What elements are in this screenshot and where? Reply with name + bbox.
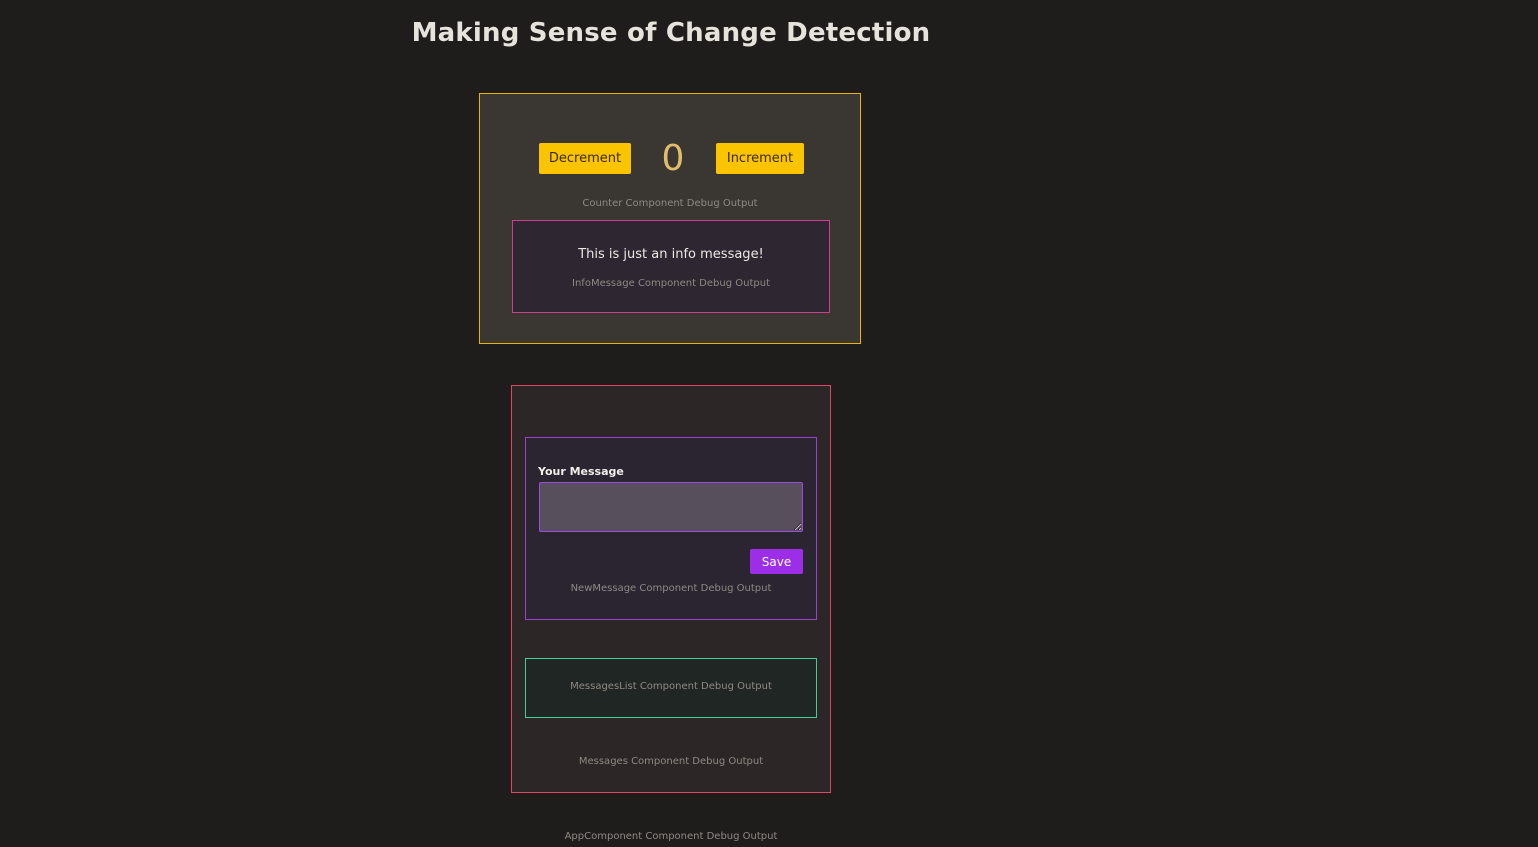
info-message-component: This is just an info message! InfoMessag… [512, 220, 830, 313]
message-textarea[interactable] [539, 482, 803, 532]
counter-controls: Decrement 0 Increment [480, 138, 860, 179]
info-message-text: This is just an info message! [578, 247, 764, 262]
new-message-debug-output: NewMessage Component Debug Output [570, 583, 772, 594]
messages-list-debug-output: MessagesList Component Debug Output [570, 681, 772, 692]
message-field-label: Your Message [538, 465, 624, 478]
save-button[interactable]: Save [750, 549, 803, 574]
info-message-debug-output: InfoMessage Component Debug Output [572, 278, 770, 289]
messages-debug-output: Messages Component Debug Output [578, 756, 764, 767]
app-root: Making Sense of Change Detection Decreme… [0, 0, 1538, 847]
page-title: Making Sense of Change Detection [411, 18, 931, 48]
new-message-component: Your Message Save NewMessage Component D… [525, 437, 817, 620]
counter-component: Decrement 0 Increment Counter Component … [479, 93, 861, 344]
messages-component: Your Message Save NewMessage Component D… [511, 385, 831, 793]
app-debug-output: AppComponent Component Debug Output [564, 831, 778, 842]
counter-value: 0 [661, 138, 685, 179]
decrement-button[interactable]: Decrement [539, 143, 631, 174]
increment-button[interactable]: Increment [716, 143, 804, 174]
messages-list-component: MessagesList Component Debug Output [525, 658, 817, 718]
counter-debug-output: Counter Component Debug Output [582, 198, 758, 209]
